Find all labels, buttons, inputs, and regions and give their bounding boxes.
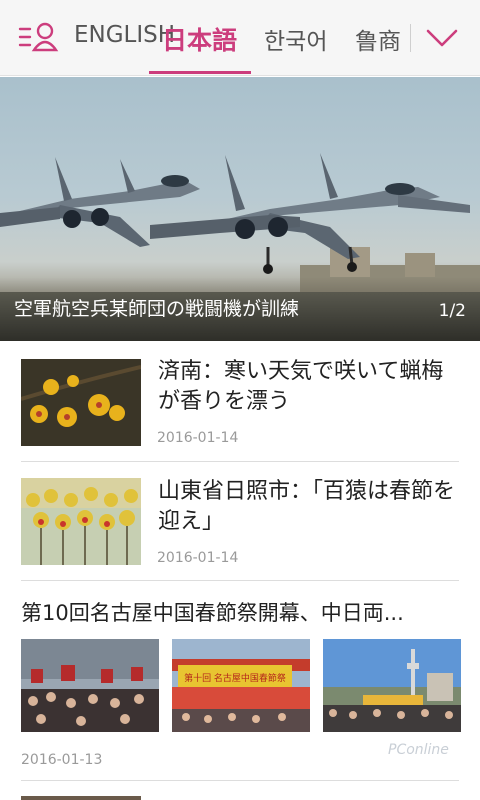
tab-divider — [410, 24, 411, 52]
divider — [21, 461, 459, 462]
divider — [21, 780, 459, 781]
gallery-date: 2016-01-13 — [21, 752, 103, 768]
tab-korean[interactable]: 한국어 — [264, 22, 327, 56]
gallery-title[interactable]: 第10回名古屋中国春節祭開幕、中日両... — [21, 597, 461, 627]
chevron-down-icon — [426, 29, 458, 47]
article-thumbnail — [21, 796, 141, 800]
gallery-image[interactable] — [323, 639, 461, 732]
gallery-image[interactable]: 第十回 名古屋中国春節祭 — [172, 639, 310, 732]
tab-japanese[interactable]: 日本語 — [162, 21, 237, 57]
more-tabs-button[interactable] — [424, 24, 460, 52]
tab-english[interactable]: ENGLISH — [74, 22, 175, 48]
article-title: 済南：寒い天気で咲いて蝋梅が香りを漂う — [158, 359, 444, 414]
language-tabs: ENGLISH 日本語 한국어 鲁商 — [62, 0, 412, 76]
tab-lushang[interactable]: 鲁商 — [355, 22, 401, 56]
banner-text: 第十回 名古屋中国春節祭 — [184, 672, 286, 684]
user-menu-button[interactable] — [18, 20, 60, 54]
list-item-partial[interactable] — [0, 786, 480, 800]
article-thumbnail — [21, 478, 141, 565]
article-thumbnail — [21, 359, 141, 446]
article-date: 2016-01-14 — [157, 430, 239, 446]
hero-carousel[interactable]: 空軍航空兵某師団の戦闘機が訓練 1/2 — [0, 77, 480, 341]
hero-caption: 空軍航空兵某師団の戦闘機が訓練 — [14, 298, 300, 320]
article-title: 山東省日照市：「百猿は春節を迎え」 — [158, 479, 456, 534]
user-list-icon — [18, 22, 59, 52]
watermark: PConline — [388, 742, 449, 758]
active-tab-indicator — [149, 71, 251, 74]
hero-page-counter: 1/2 — [438, 301, 466, 321]
top-tab-bar: ENGLISH 日本語 한국어 鲁商 — [0, 0, 480, 76]
gallery-image[interactable] — [21, 639, 159, 732]
article-date: 2016-01-14 — [157, 550, 239, 566]
divider — [21, 580, 459, 581]
